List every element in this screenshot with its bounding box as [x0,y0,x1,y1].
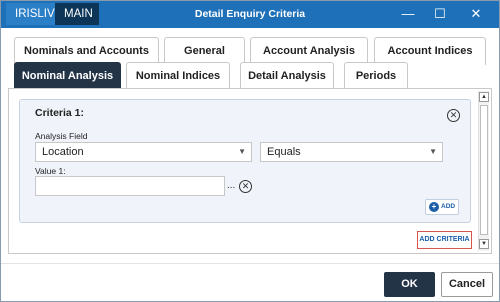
tab-nominal-indices[interactable]: Nominal Indices [126,62,230,90]
minimize-icon[interactable]: — [392,0,424,28]
vertical-scrollbar[interactable]: ▲ ▼ [478,91,489,251]
add-criteria-button[interactable]: ADD CRITERIA [417,231,472,249]
remove-criteria-icon[interactable]: ✕ [447,109,460,122]
tab-nominal-analysis[interactable]: Nominal Analysis [14,62,121,90]
clear-value-icon[interactable]: ✕ [239,180,252,193]
add-value-button[interactable]: + ADD [425,199,459,215]
close-icon[interactable]: ✕ [460,0,492,28]
ellipsis-button[interactable]: ... [227,180,235,191]
criteria-title: Criteria 1: [35,107,85,119]
title-bar: IRISLIVE MAIN Detail Enquiry Criteria — … [0,0,500,28]
scroll-thumb[interactable] [480,105,488,235]
chevron-down-icon: ▼ [429,147,437,156]
scroll-up-icon[interactable]: ▲ [479,92,489,102]
ok-button[interactable]: OK [384,272,435,297]
analysis-field-value: Location [42,146,84,158]
add-value-label: ADD [441,203,456,210]
tab-nominals-and-accounts[interactable]: Nominals and Accounts [14,37,159,65]
value-label: Value 1: [35,166,66,176]
operator-select[interactable]: Equals ▼ [260,142,443,162]
chevron-down-icon: ▼ [238,147,246,156]
value-input[interactable] [35,176,225,196]
tab-general[interactable]: General [164,37,245,65]
analysis-field-label: Analysis Field [35,131,88,141]
footer-divider [0,263,500,264]
tab-account-indices[interactable]: Account Indices [374,37,486,65]
analysis-field-select[interactable]: Location ▼ [35,142,252,162]
operator-value: Equals [267,146,301,158]
scroll-down-icon[interactable]: ▼ [479,239,489,249]
tab-account-analysis[interactable]: Account Analysis [250,37,368,65]
tab-periods[interactable]: Periods [344,62,408,90]
tab-detail-analysis[interactable]: Detail Analysis [240,62,334,90]
maximize-icon[interactable]: ☐ [424,0,456,28]
plus-icon: + [429,202,439,212]
cancel-button[interactable]: Cancel [441,272,493,297]
